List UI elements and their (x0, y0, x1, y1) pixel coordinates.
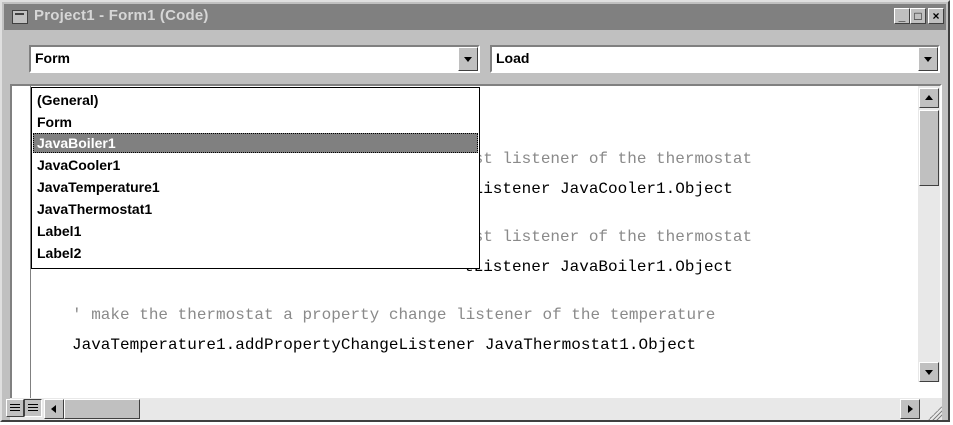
scroll-up-arrow-icon[interactable] (919, 88, 939, 108)
dropdown-item[interactable]: (General) (33, 90, 478, 110)
title-bar[interactable]: Project1 - Form1 (Code) _ □ × (4, 4, 946, 30)
object-combo-dropdown-button[interactable] (458, 47, 478, 71)
window-title: Project1 - Form1 (Code) (34, 7, 209, 24)
dropdown-item-selected[interactable]: JavaBoiler1 (33, 133, 478, 153)
maximize-button[interactable]: □ (910, 8, 926, 24)
code-line[interactable]: est listener of the thermostat (464, 150, 752, 168)
object-dropdown-list[interactable]: (General) Form JavaBoiler1 JavaCooler1 J… (31, 87, 480, 269)
object-combo[interactable]: Form (29, 45, 480, 73)
margin-indicator-bar[interactable] (12, 86, 31, 398)
dropdown-item[interactable]: JavaCooler1 (33, 155, 478, 175)
scroll-down-arrow-icon[interactable] (919, 362, 939, 382)
minimize-button[interactable]: _ (894, 8, 910, 24)
resize-grip-icon[interactable] (928, 406, 942, 420)
scroll-right-arrow-icon[interactable] (900, 399, 920, 419)
procedure-view-icon[interactable] (6, 399, 24, 417)
procedure-combo-dropdown-button[interactable] (918, 47, 938, 71)
window-icon[interactable] (12, 10, 28, 24)
scroll-left-arrow-icon[interactable] (44, 399, 64, 419)
full-module-view-icon[interactable] (24, 399, 42, 417)
dropdown-item[interactable]: JavaThermostat1 (33, 199, 478, 219)
bottom-bar (6, 398, 942, 420)
procedure-combo-value: Load (496, 50, 530, 66)
vertical-scroll-thumb[interactable] (919, 110, 939, 186)
horizontal-scroll-thumb[interactable] (64, 399, 140, 419)
procedure-combo[interactable]: Load (490, 45, 940, 73)
code-line[interactable]: est listener of the thermostat (464, 228, 752, 246)
dropdown-item[interactable]: Label2 (33, 243, 478, 263)
code-line[interactable]: JavaTemperature1.addPropertyChangeListen… (72, 336, 696, 354)
dropdown-item[interactable]: Form (33, 112, 478, 132)
object-combo-value: Form (35, 50, 70, 66)
dropdown-item[interactable]: JavaTemperature1 (33, 177, 478, 197)
vertical-scrollbar[interactable] (918, 86, 940, 382)
close-button[interactable]: × (928, 8, 944, 24)
code-line[interactable]: tListener JavaBoiler1.Object (464, 258, 733, 276)
code-line[interactable]: ' make the thermostat a property change … (72, 306, 715, 324)
dropdown-item[interactable]: Label1 (33, 221, 478, 241)
code-window: Project1 - Form1 (Code) _ □ × Form Load … (0, 0, 950, 422)
code-line[interactable]: tListener JavaCooler1.Object (464, 180, 733, 198)
